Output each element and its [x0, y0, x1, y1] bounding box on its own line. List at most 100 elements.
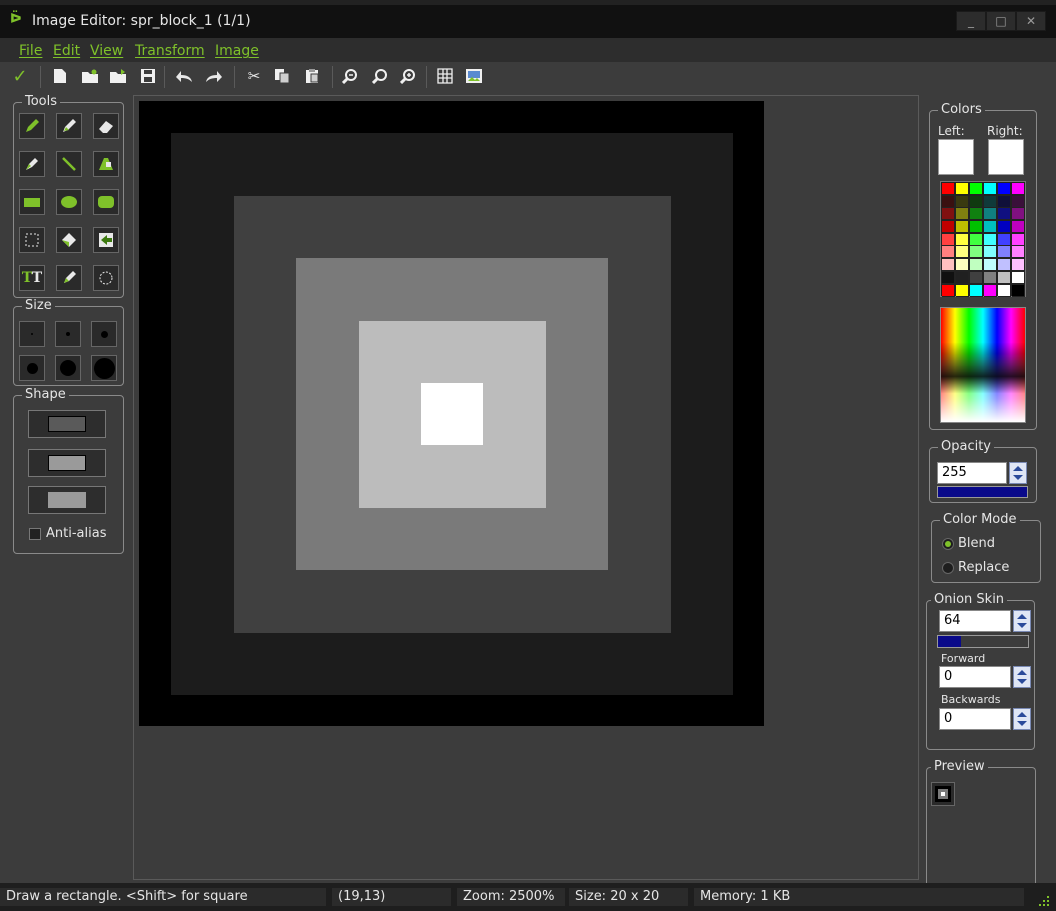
palette-swatch[interactable] — [942, 183, 955, 195]
polygon-tool-icon[interactable] — [93, 151, 119, 177]
pencil-tool-icon[interactable] — [19, 113, 45, 139]
palette-swatch[interactable] — [942, 208, 955, 221]
palette-swatch[interactable] — [956, 208, 969, 221]
palette-swatch[interactable] — [1012, 183, 1025, 195]
palette-swatch[interactable] — [1012, 233, 1025, 246]
menu-edit[interactable]: Edit — [53, 43, 80, 59]
palette-swatch[interactable] — [956, 271, 969, 284]
size-5-button[interactable] — [55, 355, 81, 381]
change-color-tool-icon[interactable] — [56, 265, 82, 291]
anti-alias-checkbox[interactable] — [29, 528, 41, 540]
spin-down-icon[interactable] — [1017, 679, 1027, 684]
paste-icon[interactable] — [302, 66, 322, 86]
right-color-swatch[interactable] — [988, 139, 1024, 175]
eraser-tool-icon[interactable] — [93, 113, 119, 139]
menu-image[interactable]: Image — [215, 43, 259, 59]
palette-swatch[interactable] — [984, 284, 997, 297]
confirm-check-icon[interactable]: ✓ — [10, 66, 30, 87]
spin-up-icon[interactable] — [1017, 670, 1027, 675]
palette-swatch[interactable] — [970, 233, 983, 246]
rounded-rectangle-tool-icon[interactable] — [93, 189, 119, 215]
flood-fill-tool-icon[interactable] — [93, 227, 119, 253]
canvas-area[interactable] — [133, 95, 919, 880]
palette-swatch[interactable] — [956, 259, 969, 272]
forward-spinner[interactable] — [1013, 666, 1031, 688]
palette-swatch[interactable] — [998, 259, 1011, 272]
palette-swatch[interactable] — [984, 246, 997, 259]
new-image-icon[interactable] — [50, 66, 70, 86]
cut-icon[interactable]: ✂ — [244, 66, 264, 86]
backwards-input[interactable]: 0 — [939, 708, 1011, 730]
palette-swatch[interactable] — [970, 284, 983, 297]
palette-swatch[interactable] — [956, 246, 969, 259]
save-icon[interactable] — [138, 66, 158, 86]
palette-swatch[interactable] — [970, 221, 983, 234]
onion-skin-spinner[interactable] — [1013, 610, 1031, 632]
replace-radio[interactable] — [942, 562, 954, 574]
canvas-image[interactable] — [139, 101, 764, 726]
palette-swatch[interactable] — [942, 246, 955, 259]
palette-swatch[interactable] — [984, 259, 997, 272]
redo-icon[interactable] — [204, 66, 224, 86]
palette-swatch[interactable] — [1012, 259, 1025, 272]
palette-swatch[interactable] — [942, 195, 955, 208]
left-color-swatch[interactable] — [938, 139, 974, 175]
palette-swatch[interactable] — [998, 195, 1011, 208]
palette-swatch[interactable] — [998, 271, 1011, 284]
zoom-in-icon[interactable] — [398, 66, 418, 86]
palette-swatch[interactable] — [998, 233, 1011, 246]
menu-view[interactable]: View — [90, 43, 123, 59]
minimize-button[interactable]: _ — [956, 11, 986, 31]
palette-swatch[interactable] — [956, 183, 969, 195]
palette-swatch[interactable] — [984, 271, 997, 284]
size-4-button[interactable] — [19, 355, 45, 381]
menu-transform[interactable]: Transform — [135, 43, 205, 59]
palette-swatch[interactable] — [956, 221, 969, 234]
palette-swatch[interactable] — [1012, 246, 1025, 259]
palette-swatch[interactable] — [942, 271, 955, 284]
select-ellipse-tool-icon[interactable] — [93, 265, 119, 291]
shape-outline-fill-button[interactable] — [28, 449, 106, 477]
palette-swatch[interactable] — [956, 195, 969, 208]
color-palette[interactable] — [940, 181, 1026, 297]
resize-grip-icon[interactable] — [1038, 895, 1050, 907]
size-1-button[interactable] — [19, 321, 45, 347]
palette-swatch[interactable] — [998, 284, 1011, 297]
magic-select-tool-icon[interactable] — [56, 227, 82, 253]
grid-icon[interactable] — [435, 66, 455, 86]
palette-swatch[interactable] — [984, 183, 997, 195]
spin-up-icon[interactable] — [1013, 466, 1023, 471]
select-rectangle-tool-icon[interactable] — [19, 227, 45, 253]
shape-fill-button[interactable] — [28, 486, 106, 514]
spray-tool-icon[interactable] — [56, 113, 82, 139]
palette-swatch[interactable] — [998, 221, 1011, 234]
menu-file[interactable]: File — [19, 43, 42, 59]
close-button[interactable]: ✕ — [1016, 11, 1046, 31]
palette-swatch[interactable] — [998, 183, 1011, 195]
spin-down-icon[interactable] — [1013, 475, 1023, 480]
palette-swatch[interactable] — [970, 246, 983, 259]
undo-icon[interactable] — [174, 66, 194, 86]
ellipse-tool-icon[interactable] — [56, 189, 82, 215]
palette-swatch[interactable] — [956, 233, 969, 246]
palette-swatch[interactable] — [1012, 284, 1025, 297]
palette-swatch[interactable] — [1012, 271, 1025, 284]
onion-skin-input[interactable]: 64 — [939, 610, 1011, 632]
maximize-button[interactable]: □ — [986, 11, 1016, 31]
palette-swatch[interactable] — [998, 208, 1011, 221]
palette-swatch[interactable] — [970, 208, 983, 221]
color-picker-tool-icon[interactable] — [19, 151, 45, 177]
backwards-spinner[interactable] — [1013, 708, 1031, 730]
opacity-input[interactable]: 255 — [937, 462, 1007, 484]
palette-swatch[interactable] — [998, 246, 1011, 259]
zoom-reset-icon[interactable] — [370, 66, 390, 86]
blend-radio[interactable] — [942, 538, 954, 550]
shape-outline-button[interactable] — [28, 410, 106, 438]
open-folder-icon[interactable] — [108, 66, 128, 86]
palette-swatch[interactable] — [942, 284, 955, 297]
spin-up-icon[interactable] — [1017, 712, 1027, 717]
opacity-bar[interactable] — [937, 486, 1028, 498]
color-spectrum[interactable] — [940, 307, 1026, 423]
palette-swatch[interactable] — [970, 259, 983, 272]
zoom-out-icon[interactable] — [340, 66, 360, 86]
